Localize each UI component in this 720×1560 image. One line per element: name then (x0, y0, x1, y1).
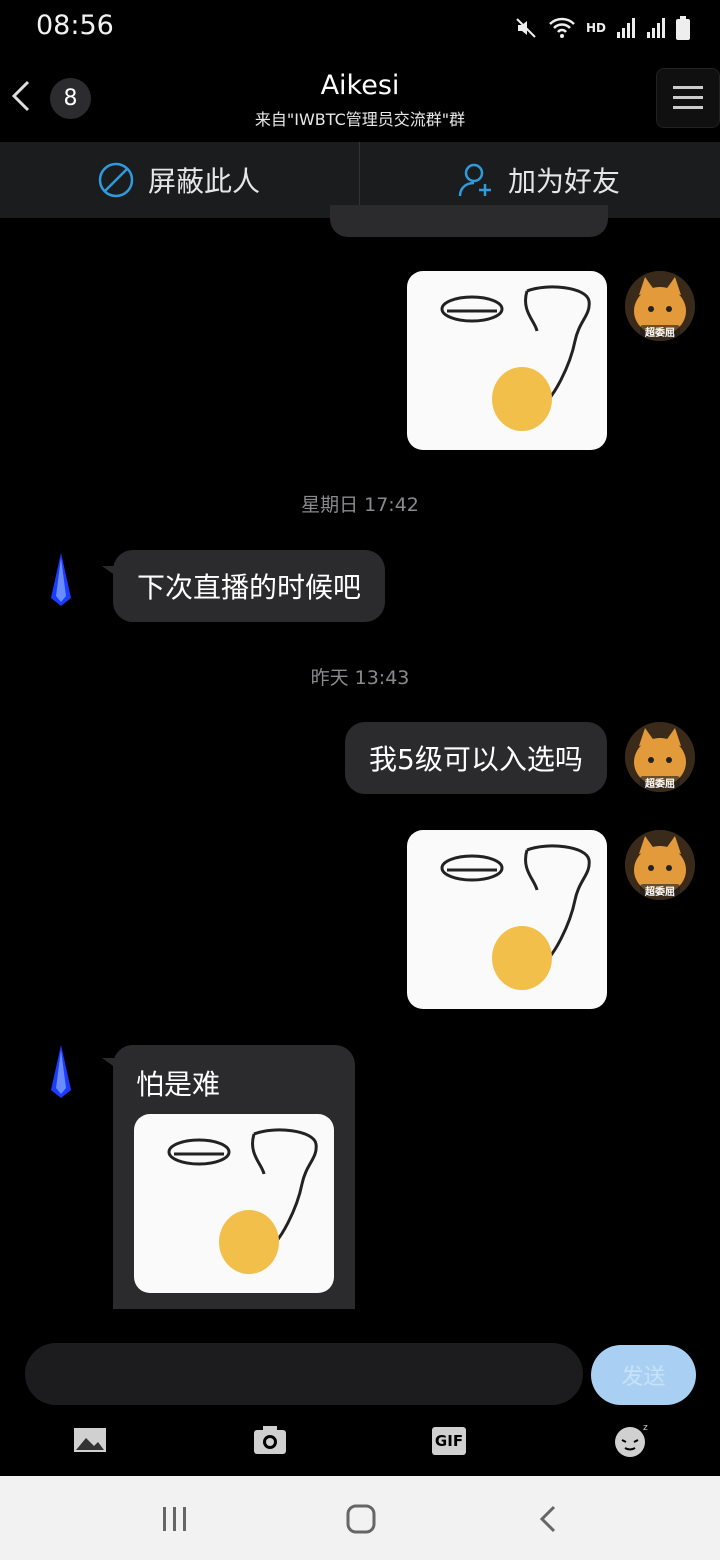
avatar-badge-text: 超委屈 (645, 779, 675, 790)
battery-icon (676, 16, 690, 40)
svg-text:z: z (643, 1423, 648, 1433)
signal-icon-2 (647, 18, 665, 38)
timestamp: 昨天 13:43 (310, 667, 410, 689)
message-bubble[interactable]: 我5级可以入选吗 (345, 722, 607, 794)
message-bubble[interactable]: 怕是难 (113, 1045, 355, 1309)
emoji-icon[interactable]: z (612, 1420, 652, 1460)
sticker-drawing-icon (440, 844, 591, 990)
wifi-icon (549, 17, 575, 38)
chat-subtitle: 来自"IWBTC管理员交流群"群 (254, 110, 466, 129)
sticker-image[interactable] (134, 1114, 334, 1293)
my-avatar[interactable]: 超委屈 (625, 830, 695, 900)
mute-icon (516, 18, 536, 38)
praying-hands-avatar-icon (26, 1040, 96, 1110)
my-avatar[interactable]: 超委屈 (625, 271, 695, 341)
gif-button[interactable]: GIF (432, 1427, 466, 1455)
chat-title: Aikesi (320, 70, 400, 101)
status-icons: HD (514, 14, 690, 42)
sticker-image[interactable] (407, 271, 607, 450)
sticker-image[interactable] (407, 830, 607, 1009)
add-friend-label: 加为好友 (508, 165, 621, 198)
message-text: 下次直播的时候吧 (137, 571, 362, 604)
avatar-badge-text: 超委屈 (645, 887, 675, 898)
recent-apps-icon[interactable] (158, 1504, 192, 1534)
system-nav-bar (0, 1476, 720, 1560)
network-label: HD (585, 21, 606, 35)
message-input[interactable] (25, 1343, 583, 1405)
sticker-drawing-icon (440, 285, 591, 431)
my-avatar[interactable]: 超委屈 (625, 722, 695, 792)
menu-button[interactable] (656, 68, 720, 128)
message-bubble[interactable]: 下次直播的时候吧 (113, 550, 386, 622)
message-text: 怕是难 (136, 1068, 221, 1101)
timestamp: 星期日 17:42 (301, 494, 419, 516)
block-label: 屏蔽此人 (148, 165, 261, 198)
gif-label: GIF (434, 1432, 464, 1450)
sticker-drawing-icon (167, 1128, 318, 1274)
message-bubble-partial[interactable] (330, 205, 608, 237)
send-button[interactable]: 发送 (591, 1345, 696, 1405)
chat-header: 8 Aikesi 来自"IWBTC管理员交流群"群 (0, 56, 720, 142)
add-friend-icon (458, 163, 491, 197)
block-button[interactable]: 屏蔽此人 (98, 142, 260, 218)
status-time: 08:56 (36, 10, 114, 41)
other-avatar[interactable] (26, 548, 96, 618)
other-avatar[interactable] (26, 1040, 96, 1110)
signal-icon (617, 18, 635, 38)
message-text: 我5级可以入选吗 (369, 743, 583, 776)
status-bar: 08:56 HD (0, 0, 720, 56)
hamburger-icon (673, 86, 703, 109)
block-icon (98, 162, 134, 198)
home-icon[interactable] (344, 1502, 378, 1536)
avatar-badge-text: 超委屈 (645, 328, 675, 339)
back-nav-icon[interactable] (534, 1504, 564, 1534)
praying-hands-avatar-icon (26, 548, 96, 618)
image-icon[interactable] (70, 1420, 110, 1460)
camera-icon[interactable] (250, 1420, 290, 1460)
